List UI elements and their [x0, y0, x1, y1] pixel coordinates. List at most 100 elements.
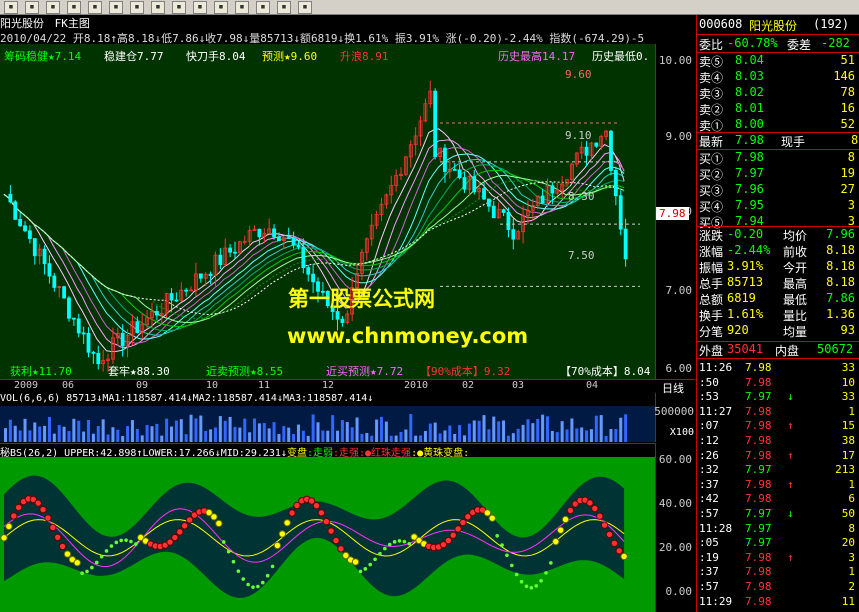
green-dot: [534, 584, 539, 588]
indicator-label-2: 快刀手8.04: [186, 50, 246, 63]
volume-bar: [43, 425, 47, 442]
green-dot: [90, 565, 94, 570]
grid-icon[interactable]: ▪: [151, 1, 165, 14]
save-icon[interactable]: ▪: [277, 1, 291, 14]
yellow-bead: [556, 526, 565, 534]
dropdown-icon[interactable]: ▪: [298, 1, 312, 14]
text-icon[interactable]: ▪: [214, 1, 228, 14]
volume-bar: [52, 433, 56, 442]
green-dot: [539, 578, 543, 583]
red-bead: [586, 499, 594, 507]
waipan-value: 35041: [727, 342, 764, 356]
volume-bar: [399, 431, 403, 442]
tick-time: :37: [699, 477, 719, 491]
rect-icon[interactable]: ▪: [193, 1, 207, 14]
red-bead: [171, 533, 179, 542]
sell-row[interactable]: 卖④ 8.03 146: [699, 69, 857, 85]
bs-indicator-chart[interactable]: [0, 457, 655, 612]
sell-label: 卖③: [699, 87, 724, 101]
tick-time: 11:27: [699, 404, 733, 418]
cost-label-5: 【70%成本】8.04: [560, 365, 651, 378]
buy-price: 7.98: [735, 150, 764, 164]
volume-bar: [160, 435, 164, 442]
red-bead: [327, 527, 335, 535]
buy-row[interactable]: 买④ 7.95 3: [699, 198, 857, 214]
quote-stock-name: 阳光股份: [749, 19, 798, 33]
volume-bar: [453, 433, 457, 442]
back-icon[interactable]: ▪: [4, 1, 18, 14]
zoom-out-icon[interactable]: ▪: [109, 1, 123, 14]
weibi-value: -60.78%: [727, 36, 778, 50]
yellow-bead: [73, 558, 81, 567]
level-750: 7.50: [568, 249, 595, 262]
tick-volume: 8: [848, 521, 855, 535]
green-dot: [236, 569, 241, 573]
tick-price: 7.98: [745, 565, 772, 579]
tick-arrow: ↓: [787, 390, 794, 404]
tick-time: :05: [699, 536, 719, 550]
green-dot: [373, 557, 377, 562]
price-tick-1: 9.00: [665, 130, 693, 143]
buy-volume: 19: [840, 166, 855, 180]
red-bead: [288, 509, 296, 517]
buy-row[interactable]: 买① 7.98 8: [699, 150, 857, 166]
yellow-bead: [483, 509, 492, 517]
tick-time: 11:29: [699, 594, 733, 608]
tick-row: :37 7.98 ↑ 1: [699, 477, 857, 491]
volume-bar: [409, 414, 413, 442]
arrow-icon[interactable]: ▪: [235, 1, 249, 14]
tick-row: :42 7.98 6: [699, 492, 857, 505]
green-dot: [85, 569, 89, 574]
volume-bar: [497, 421, 501, 442]
stock-code: 000608: [699, 17, 743, 31]
volume-bar: [482, 415, 486, 442]
latest-label: 最新: [699, 135, 724, 149]
sell-row[interactable]: 卖② 8.01 16: [699, 101, 857, 117]
vol-axis-top: 500000: [654, 405, 694, 418]
tick-time: :57: [699, 507, 719, 520]
vol-axis-unit: X100: [669, 427, 694, 438]
volume-bar: [262, 423, 266, 442]
tick-volume: 38: [841, 434, 855, 447]
green-dot: [407, 541, 412, 546]
tick-arrow: ↑: [787, 448, 794, 462]
zoom-in-icon[interactable]: ▪: [88, 1, 102, 14]
neipan-label: 内盘: [775, 344, 800, 358]
volume-bar: [140, 435, 144, 442]
line-icon[interactable]: ▪: [172, 1, 186, 14]
red-bead: [185, 516, 194, 524]
buy-row[interactable]: 买② 7.97 19: [699, 166, 857, 182]
tick-time: :37: [699, 565, 719, 579]
indicator-name[interactable]: FK主图: [55, 17, 90, 30]
volume-bar: [47, 416, 51, 442]
color-icon[interactable]: ▪: [256, 1, 270, 14]
sell-label: 卖⑤: [699, 55, 724, 69]
tick-volume: 10: [841, 375, 855, 389]
red-bead: [615, 547, 623, 555]
buy-row[interactable]: 买③ 7.96 27: [699, 182, 857, 198]
volume-bar: [292, 434, 296, 442]
cross-icon[interactable]: ▪: [130, 1, 144, 14]
forward-icon[interactable]: ▪: [25, 1, 39, 14]
volume-bar: [624, 414, 628, 442]
volume-bar: [277, 433, 281, 442]
volume-bar: [28, 430, 32, 442]
bars-icon[interactable]: ▪: [67, 1, 81, 14]
volume-bar: [199, 415, 203, 442]
tick-volume: 213: [835, 463, 855, 477]
tick-time: :53: [699, 390, 719, 404]
neipan-value: 50672: [817, 342, 854, 356]
period-icon[interactable]: ▪: [46, 1, 60, 14]
volume-bar: [384, 421, 388, 442]
volume-chart[interactable]: [0, 406, 655, 442]
indicator-label-0: 筹码稳健★7.14: [4, 50, 82, 63]
sell-row[interactable]: 卖③ 8.02 78: [699, 85, 857, 101]
buy-price: 7.97: [735, 166, 764, 180]
green-dot: [129, 539, 133, 544]
sell-row[interactable]: 卖① 8.00 52: [699, 117, 857, 133]
volume-bar: [62, 426, 66, 442]
tick-row: :32 7.97 213: [699, 463, 857, 477]
volume-bar: [506, 435, 510, 442]
sell-row[interactable]: 卖⑤ 8.04 51: [699, 53, 857, 69]
stat-value: 8.18: [826, 243, 855, 257]
